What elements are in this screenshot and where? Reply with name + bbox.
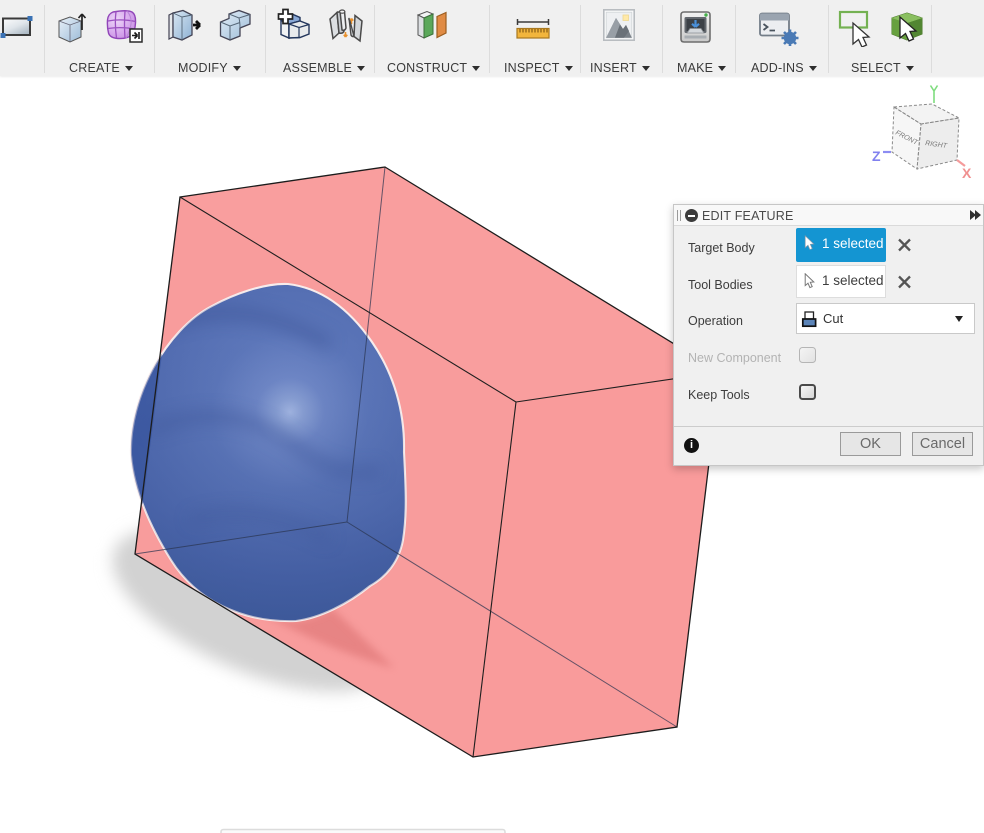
svg-text:Z: Z — [872, 148, 881, 164]
svg-text:X: X — [962, 165, 972, 181]
